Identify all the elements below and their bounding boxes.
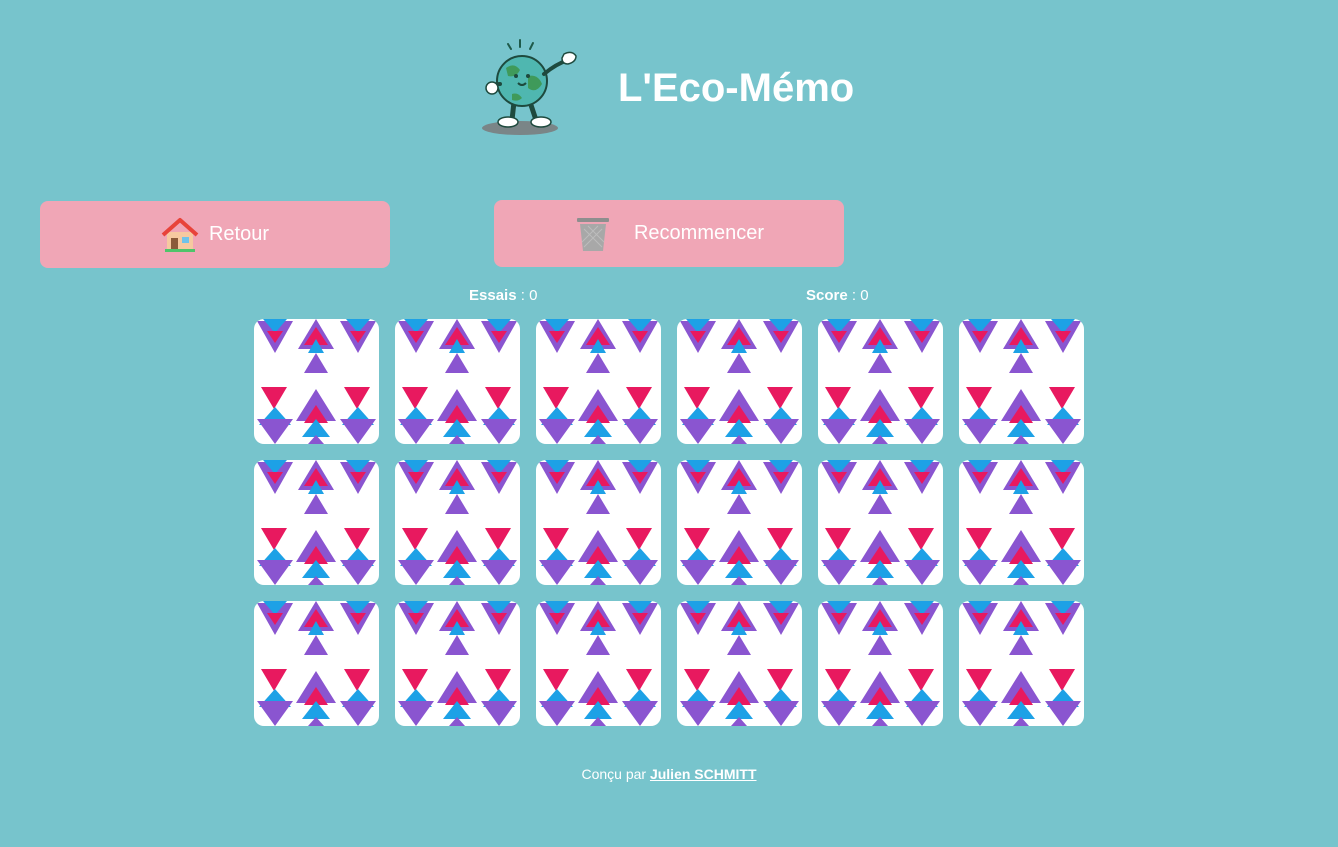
page-title: L'Eco-Mémo xyxy=(618,66,855,110)
card-back-pattern xyxy=(680,319,799,444)
card-back-pattern xyxy=(539,460,658,585)
card-back-pattern xyxy=(539,319,658,444)
card-back-pattern xyxy=(962,460,1081,585)
back-button[interactable]: Retour xyxy=(40,201,390,268)
author-link[interactable]: Julien SCHMITT xyxy=(650,766,757,782)
card-back-pattern xyxy=(398,319,517,444)
tries-label: Essais xyxy=(469,287,517,304)
memory-card[interactable] xyxy=(818,319,943,444)
memory-card[interactable] xyxy=(254,460,379,585)
memory-card[interactable] xyxy=(818,460,943,585)
memory-card[interactable] xyxy=(395,319,520,444)
card-back-pattern xyxy=(257,601,376,726)
card-back-pattern xyxy=(821,319,940,444)
score-value: 0 xyxy=(860,287,869,304)
memory-card[interactable] xyxy=(395,601,520,726)
card-back-pattern xyxy=(680,601,799,726)
tries-value: 0 xyxy=(529,287,538,304)
memory-card[interactable] xyxy=(959,460,1084,585)
memory-card[interactable] xyxy=(395,460,520,585)
back-label: Retour xyxy=(208,223,270,245)
card-back-pattern xyxy=(680,460,799,585)
memory-card[interactable] xyxy=(818,601,943,726)
score-label: Score xyxy=(806,287,848,304)
card-back-pattern xyxy=(962,601,1081,726)
memory-card[interactable] xyxy=(254,601,379,726)
restart-button[interactable]: Recommencer xyxy=(494,200,844,267)
restart-label: Recommencer xyxy=(633,222,765,244)
memory-card[interactable] xyxy=(536,460,661,585)
card-back-pattern xyxy=(257,319,376,444)
card-grid xyxy=(254,319,1084,726)
memory-card[interactable] xyxy=(677,601,802,726)
house-icon xyxy=(161,217,199,252)
memory-card[interactable] xyxy=(536,601,661,726)
card-back-pattern xyxy=(821,601,940,726)
card-back-pattern xyxy=(398,601,517,726)
card-back-pattern xyxy=(821,460,940,585)
card-back-pattern xyxy=(398,460,517,585)
footer: Conçu par Julien SCHMITT xyxy=(0,766,1338,782)
earth-mascot-icon xyxy=(482,39,577,135)
score-counter: Score : 0 xyxy=(806,287,869,304)
header: L'Eco-Mémo xyxy=(0,0,1338,150)
memory-card[interactable] xyxy=(677,460,802,585)
trash-bin-icon xyxy=(576,217,609,251)
memory-card[interactable] xyxy=(959,319,1084,444)
card-back-pattern xyxy=(539,601,658,726)
memory-card[interactable] xyxy=(536,319,661,444)
memory-card[interactable] xyxy=(254,319,379,444)
memory-card[interactable] xyxy=(959,601,1084,726)
memory-card[interactable] xyxy=(677,319,802,444)
card-back-pattern xyxy=(257,460,376,585)
footer-prefix: Conçu par xyxy=(581,766,647,782)
card-back-pattern xyxy=(962,319,1081,444)
tries-counter: Essais : 0 xyxy=(469,287,538,304)
